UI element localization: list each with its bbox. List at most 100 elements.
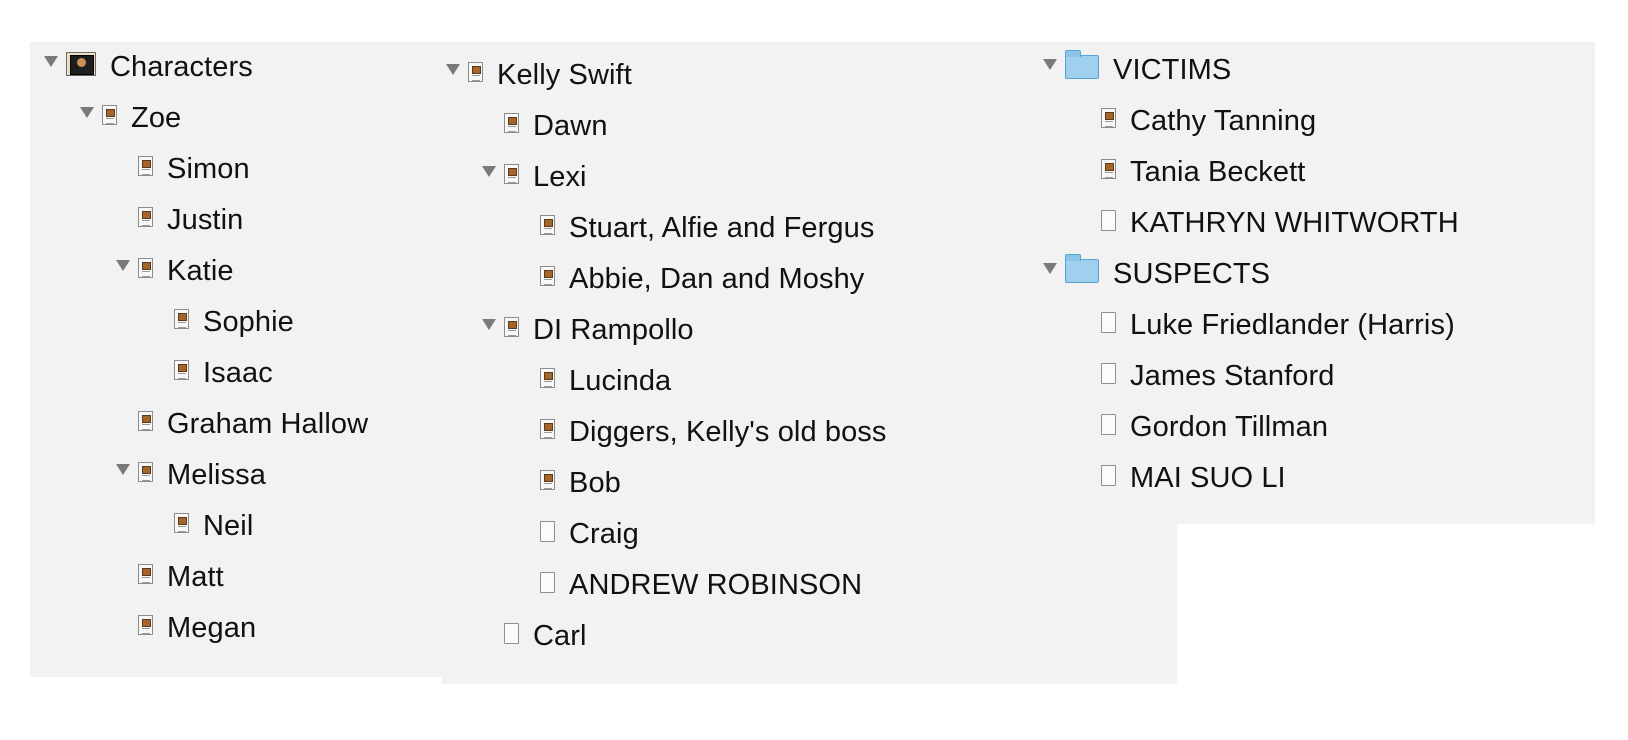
tree-row-abbie-dan-and-moshy[interactable]: Abbie, Dan and Moshy — [518, 254, 864, 304]
tree-row-diggers-kelly-s-old-boss[interactable]: Diggers, Kelly's old boss — [518, 407, 887, 457]
tree-row-cathy-tanning[interactable]: Cathy Tanning — [1079, 96, 1316, 146]
tree-row-label: Bob — [569, 466, 621, 499]
tree-row-label: Stuart, Alfie and Fergus — [569, 211, 875, 244]
tree-row-victims[interactable]: VICTIMS — [1043, 45, 1231, 95]
tree-row-label: Neil — [203, 509, 254, 542]
tree-row-label: Kelly Swift — [497, 58, 632, 91]
character-sheet-icon — [1101, 159, 1116, 179]
disclosure-triangle-icon[interactable] — [1043, 58, 1057, 70]
tree-row-label: Tania Beckett — [1130, 155, 1306, 188]
character-sheet-icon — [102, 105, 117, 125]
character-sheet-root-icon — [66, 52, 96, 76]
tree-row-mai-suo-li[interactable]: MAI SUO LI — [1079, 453, 1286, 503]
character-sheet-icon — [138, 411, 153, 431]
character-sheet-icon — [1101, 108, 1116, 128]
character-sheet-icon — [174, 513, 189, 533]
tree-row-label: DI Rampollo — [533, 313, 694, 346]
tree-row-label: Justin — [167, 203, 244, 236]
blank-document-icon — [540, 571, 555, 593]
tree-row-bob[interactable]: Bob — [518, 458, 621, 508]
tree-row-dawn[interactable]: Dawn — [482, 101, 608, 151]
folder-icon — [1065, 50, 1099, 79]
tree-row-label: Megan — [167, 611, 257, 644]
tree-row-graham-hallow[interactable]: Graham Hallow — [116, 399, 368, 449]
tree-row-stuart-alfie-and-fergus[interactable]: Stuart, Alfie and Fergus — [518, 203, 874, 253]
tree-row-zoe[interactable]: Zoe — [80, 93, 181, 143]
disclosure-triangle-icon[interactable] — [80, 106, 94, 118]
tree-row-carl[interactable]: Carl — [482, 611, 587, 661]
tree-row-gordon-tillman[interactable]: Gordon Tillman — [1079, 402, 1328, 452]
tree-row-label: Lucinda — [569, 364, 672, 397]
blank-document-icon — [1101, 464, 1116, 486]
tree-row-lucinda[interactable]: Lucinda — [518, 356, 671, 406]
tree-row-megan[interactable]: Megan — [116, 603, 256, 653]
tree-row-label: Luke Friedlander (Harris) — [1130, 308, 1455, 341]
tree-row-di-rampollo[interactable]: DI Rampollo — [482, 305, 694, 355]
tree-row-label: Lexi — [533, 160, 587, 193]
tree-row-label: Katie — [167, 254, 234, 287]
tree-row-label: Craig — [569, 517, 639, 550]
character-sheet-icon — [468, 62, 483, 82]
blank-document-icon — [1101, 413, 1116, 435]
tree-row-label: Characters — [110, 50, 253, 83]
tree-row-kathryn-whitworth[interactable]: KATHRYN WHITWORTH — [1079, 198, 1459, 248]
tree-row-neil[interactable]: Neil — [152, 501, 253, 551]
tree-row-sophie[interactable]: Sophie — [152, 297, 294, 347]
tree-row-label: Cathy Tanning — [1130, 104, 1317, 137]
disclosure-triangle-icon[interactable] — [446, 63, 460, 75]
character-sheet-icon — [540, 419, 555, 439]
tree-row-luke-friedlander-harris[interactable]: Luke Friedlander (Harris) — [1079, 300, 1455, 350]
tree-row-justin[interactable]: Justin — [116, 195, 243, 245]
tree-row-label: Melissa — [167, 458, 266, 491]
disclosure-triangle-icon[interactable] — [1043, 262, 1057, 274]
disclosure-triangle-icon[interactable] — [116, 259, 130, 271]
character-sheet-icon — [138, 564, 153, 584]
tree-row-simon[interactable]: Simon — [116, 144, 250, 194]
tree-row-craig[interactable]: Craig — [518, 509, 639, 559]
disclosure-triangle-icon[interactable] — [116, 463, 130, 475]
tree-row-characters[interactable]: Characters — [44, 42, 253, 92]
tree-row-lexi[interactable]: Lexi — [482, 152, 587, 202]
disclosure-triangle-icon[interactable] — [482, 318, 496, 330]
tree-row-suspects[interactable]: SUSPECTS — [1043, 249, 1270, 299]
tree-row-melissa[interactable]: Melissa — [116, 450, 266, 500]
tree-row-james-stanford[interactable]: James Stanford — [1079, 351, 1335, 401]
character-sheet-icon — [138, 156, 153, 176]
tree-row-label: James Stanford — [1130, 359, 1335, 392]
tree-row-label: Carl — [533, 619, 587, 652]
tree-row-katie[interactable]: Katie — [116, 246, 234, 296]
blank-document-icon — [504, 622, 519, 644]
blank-document-icon — [1101, 311, 1116, 333]
blank-document-icon — [1101, 362, 1116, 384]
tree-row-label: KATHRYN WHITWORTH — [1130, 206, 1459, 239]
disclosure-triangle-icon[interactable] — [482, 165, 496, 177]
tree-row-isaac[interactable]: Isaac — [152, 348, 273, 398]
character-sheet-icon — [504, 164, 519, 184]
tree-row-label: Simon — [167, 152, 250, 185]
tree-row-label: Zoe — [131, 101, 182, 134]
character-sheet-icon — [138, 207, 153, 227]
character-sheet-icon — [504, 113, 519, 133]
tree-row-andrew-robinson[interactable]: ANDREW ROBINSON — [518, 560, 862, 610]
tree-row-tania-beckett[interactable]: Tania Beckett — [1079, 147, 1305, 197]
character-sheet-icon — [138, 258, 153, 278]
tree-row-matt[interactable]: Matt — [116, 552, 224, 602]
disclosure-triangle-icon[interactable] — [44, 55, 58, 67]
tree-row-kelly-swift[interactable]: Kelly Swift — [446, 50, 632, 100]
tree-row-label: MAI SUO LI — [1130, 461, 1286, 494]
character-sheet-icon — [540, 215, 555, 235]
